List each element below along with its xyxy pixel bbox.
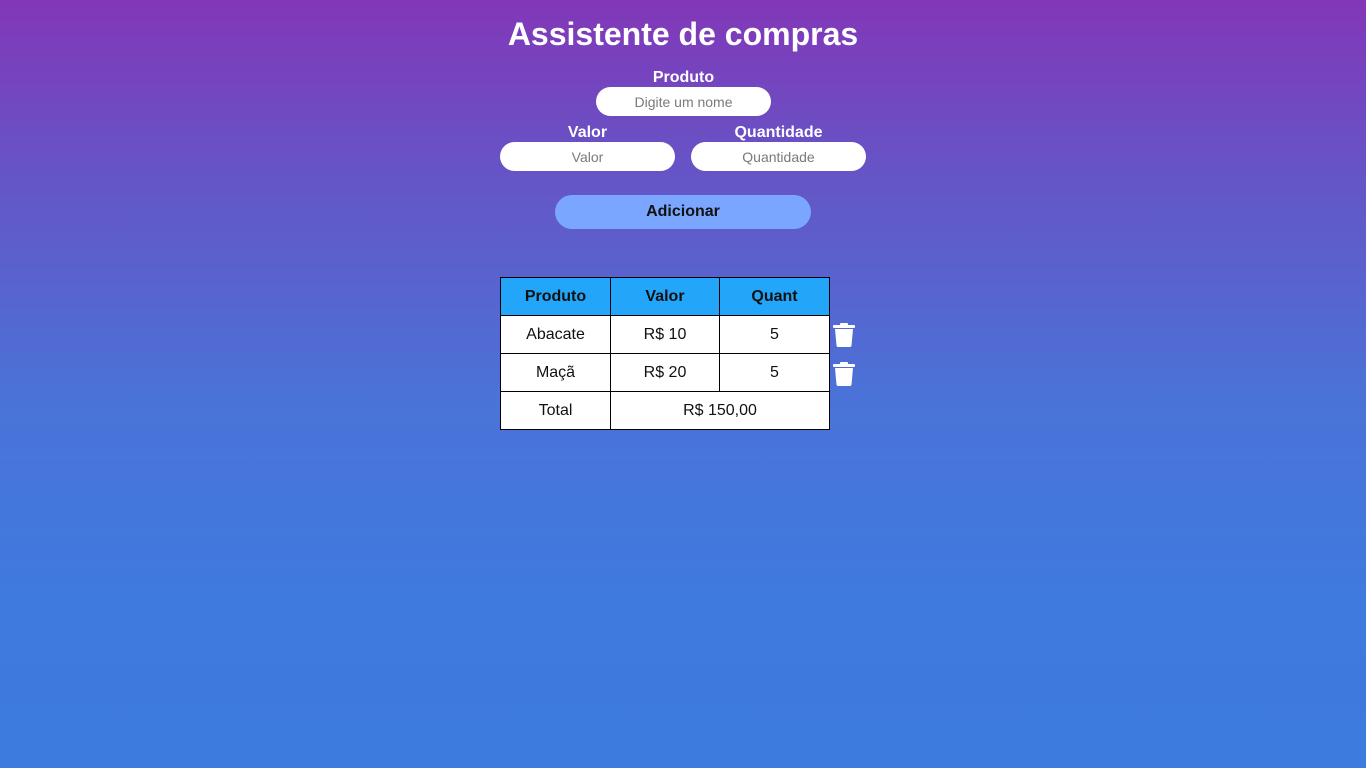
cell-quant: 5 (719, 315, 830, 354)
total-row: Total R$ 150,00 (500, 391, 830, 430)
header-quant: Quant (719, 277, 830, 316)
produto-input[interactable] (596, 87, 771, 116)
cell-produto: Maçã (500, 353, 611, 392)
table-row: Abacate R$ 10 5 (500, 315, 830, 354)
cell-valor: R$ 20 (610, 353, 720, 392)
table-row: Maçã R$ 20 5 (500, 353, 830, 392)
total-value: R$ 150,00 (610, 391, 830, 430)
table-header-row: Produto Valor Quant (500, 277, 830, 316)
valor-label: Valor (567, 124, 608, 141)
quantidade-label: Quantidade (734, 124, 823, 141)
valor-input[interactable] (500, 142, 675, 171)
header-produto: Produto (500, 277, 611, 316)
total-label: Total (500, 391, 611, 430)
produto-label: Produto (652, 69, 715, 86)
shopping-table: Produto Valor Quant Abacate R$ 10 5 Maçã… (500, 277, 830, 430)
trash-icon[interactable] (833, 323, 855, 347)
cell-quant: 5 (719, 353, 830, 392)
add-button[interactable]: Adicionar (555, 195, 811, 229)
cell-valor: R$ 10 (610, 315, 720, 354)
cell-produto: Abacate (500, 315, 611, 354)
trash-icon[interactable] (833, 362, 855, 386)
quantidade-input[interactable] (691, 142, 866, 171)
header-valor: Valor (610, 277, 720, 316)
page-title: Assistente de compras (507, 16, 859, 52)
